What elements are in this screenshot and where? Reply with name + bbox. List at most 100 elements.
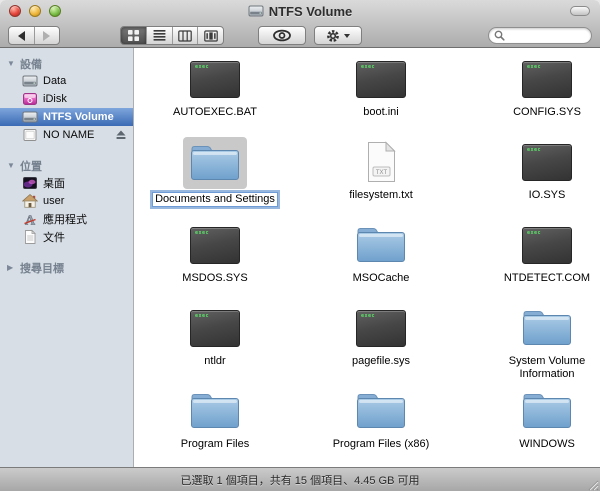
- file-label: Program Files: [180, 438, 250, 450]
- list-view-button[interactable]: [145, 27, 172, 44]
- sidebar-item-label: 文件: [43, 232, 65, 244]
- search-input[interactable]: [508, 29, 586, 42]
- navigation-buttons: [8, 26, 60, 45]
- sidebar-section-label: 設備: [20, 58, 42, 71]
- file-item-system-volume-information[interactable]: System Volume Information: [464, 303, 600, 386]
- file-item-program-files[interactable]: Program Files: [134, 386, 298, 467]
- chevron-down-icon: [344, 33, 350, 38]
- file-label: ntldr: [204, 355, 226, 367]
- resize-grip[interactable]: [587, 478, 599, 491]
- sidebar-item-hard-drive-ntfs-volume[interactable]: NTFS Volume: [0, 108, 133, 126]
- file-label: IO.SYS: [528, 189, 566, 201]
- file-label: AUTOEXEC.BAT: [173, 106, 257, 118]
- file-item-filesystem-txt[interactable]: TXT filesystem.txt: [298, 137, 464, 220]
- applications-icon: A: [22, 211, 38, 227]
- folder-icon: [180, 386, 250, 436]
- file-item-io-sys[interactable]: exec IO.SYS: [464, 137, 600, 220]
- sidebar: ▼ 設備 Data iDisk NTFS Volume NO NAME ▼ 位置 桌…: [0, 48, 134, 467]
- unix-executable-icon: exec: [512, 220, 582, 270]
- toolbar-toggle-button[interactable]: [570, 6, 590, 16]
- finder-window: NTFS Volume ▼ 設備 Data iDisk NTFS Volume …: [0, 0, 600, 491]
- status-text: 已選取 1 個項目，共有 15 個項目、4.45 GB 可用: [180, 474, 420, 487]
- file-item-documents-and-settings[interactable]: Documents and Settings: [134, 137, 298, 220]
- gear-icon: [327, 29, 339, 42]
- minimize-button[interactable]: [29, 5, 41, 17]
- sidebar-section-devices: ▼ 設備 Data iDisk NTFS Volume NO NAME: [0, 55, 133, 144]
- sidebar-item-documents[interactable]: 文件: [0, 228, 133, 246]
- file-item-windows[interactable]: WINDOWS: [464, 386, 600, 467]
- coverflow-view-button[interactable]: [197, 27, 223, 44]
- file-item-pagefile-sys[interactable]: exec pagefile.sys: [298, 303, 464, 386]
- desktop-icon: [22, 175, 38, 191]
- file-label: System Volume Information: [508, 355, 586, 380]
- sidebar-item-label: user: [43, 195, 65, 207]
- close-button[interactable]: [9, 5, 21, 17]
- file-label: filesystem.txt: [349, 189, 413, 201]
- file-label: NTDETECT.COM: [503, 272, 591, 284]
- unix-executable-icon: exec: [512, 54, 582, 104]
- file-item-autoexec-bat[interactable]: exec AUTOEXEC.BAT: [134, 54, 298, 137]
- icon-view-area: exec AUTOEXEC.BAT exec boot.ini exec CONFIG.S…: [134, 48, 600, 467]
- sidebar-item-home[interactable]: user: [0, 192, 133, 210]
- hard-drive-icon: [22, 73, 38, 89]
- sidebar-item-applications[interactable]: A 應用程式: [0, 210, 133, 228]
- sidebar-item-label: 應用程式: [43, 214, 87, 226]
- status-bar: 已選取 1 個項目，共有 15 個項目、4.45 GB 可用: [0, 467, 600, 491]
- back-arrow-icon: [17, 30, 25, 41]
- unix-executable-icon: exec: [180, 303, 250, 353]
- text-document-icon: TXT: [346, 137, 416, 187]
- column-view-button[interactable]: [171, 27, 198, 44]
- hard-drive-icon: [22, 109, 38, 125]
- svg-text:TXT: TXT: [375, 170, 387, 176]
- folder-icon: [346, 220, 416, 270]
- sidebar-item-label: iDisk: [43, 93, 67, 105]
- folder-icon: [183, 137, 247, 189]
- quick-look-button[interactable]: [258, 26, 306, 45]
- unix-executable-icon: exec: [180, 54, 250, 104]
- file-grid: exec AUTOEXEC.BAT exec boot.ini exec CONFIG.S…: [134, 48, 600, 467]
- back-button[interactable]: [9, 27, 34, 44]
- forward-button[interactable]: [33, 27, 60, 44]
- sidebar-item-label: NO NAME: [43, 129, 95, 141]
- action-menu-button[interactable]: [314, 26, 362, 45]
- sidebar-section-header-devices[interactable]: ▼ 設備: [0, 55, 133, 72]
- folder-icon: [346, 386, 416, 436]
- unix-executable-icon: exec: [180, 220, 250, 270]
- home-icon: [22, 193, 38, 209]
- view-switcher: [120, 26, 224, 45]
- idisk-icon: [22, 91, 38, 107]
- coverflow-view-icon: [203, 29, 218, 42]
- sidebar-item-removable-drive[interactable]: NO NAME: [0, 126, 133, 144]
- file-label: CONFIG.SYS: [513, 106, 581, 118]
- file-label: WINDOWS: [519, 438, 575, 450]
- sidebar-item-idisk[interactable]: iDisk: [0, 90, 133, 108]
- icon-view-button[interactable]: [121, 27, 146, 44]
- file-item-config-sys[interactable]: exec CONFIG.SYS: [464, 54, 600, 137]
- file-item-program-files-x86[interactable]: Program Files (x86): [298, 386, 464, 467]
- eye-icon: [273, 29, 291, 42]
- file-label: pagefile.sys: [351, 355, 411, 367]
- disclosure-triangle-icon[interactable]: ▼: [7, 59, 16, 68]
- file-item-boot-ini[interactable]: exec boot.ini: [298, 54, 464, 137]
- rename-text-field[interactable]: Documents and Settings: [152, 192, 278, 207]
- zoom-button[interactable]: [49, 5, 61, 17]
- forward-arrow-icon: [43, 30, 51, 41]
- file-item-ntldr[interactable]: exec ntldr: [134, 303, 298, 386]
- sidebar-item-desktop[interactable]: 桌面: [0, 174, 133, 192]
- disclosure-triangle-icon[interactable]: ▼: [7, 161, 16, 170]
- sidebar-section-header-search-for[interactable]: ▶ 搜尋目標: [0, 259, 133, 276]
- sidebar-section-header-places[interactable]: ▼ 位置: [0, 157, 133, 174]
- file-item-msdos-sys[interactable]: exec MSDOS.SYS: [134, 220, 298, 303]
- window-title: NTFS Volume: [268, 3, 353, 19]
- file-item-msocache[interactable]: MSOCache: [298, 220, 464, 303]
- file-label: boot.ini: [363, 106, 399, 118]
- sidebar-item-hard-drive-data[interactable]: Data: [0, 72, 133, 90]
- file-item-ntdetect-com[interactable]: exec NTDETECT.COM: [464, 220, 600, 303]
- search-field[interactable]: [488, 27, 592, 44]
- traffic-lights: [9, 5, 61, 17]
- folder-icon: [512, 386, 582, 436]
- sidebar-section-label: 位置: [20, 160, 42, 173]
- file-label: MSOCache: [352, 272, 410, 284]
- eject-button[interactable]: [115, 129, 127, 141]
- disclosure-triangle-icon[interactable]: ▶: [7, 263, 16, 272]
